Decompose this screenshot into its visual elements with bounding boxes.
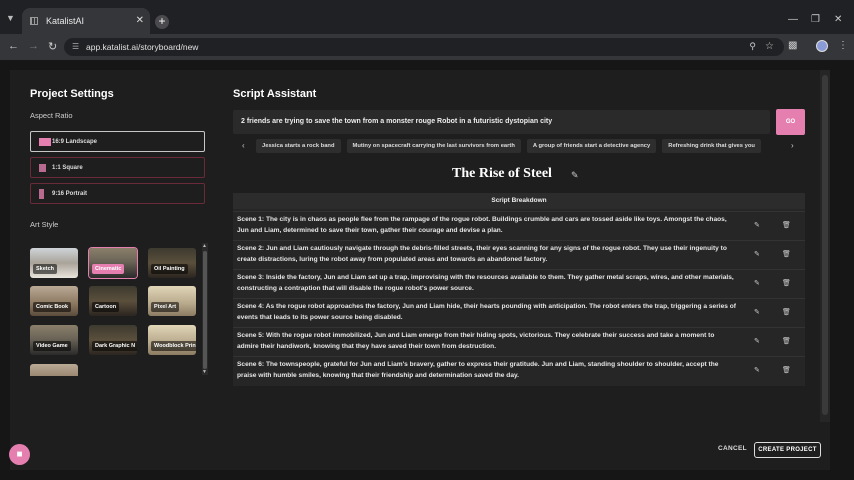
project-settings-heading: Project Settings bbox=[30, 88, 114, 100]
suggestion-chip[interactable]: Refreshing drink that gives you bbox=[662, 139, 761, 153]
square-swatch-icon bbox=[39, 164, 46, 172]
art-style-grid: Sketch Cinematic Oil Painting Comic Book… bbox=[30, 244, 200, 376]
site-info-icon[interactable]: ☰ bbox=[72, 42, 79, 51]
trash-icon[interactable]: 🗑 bbox=[782, 308, 791, 316]
portrait-swatch-icon bbox=[39, 189, 44, 199]
style-pixel-art[interactable]: Pixel Art bbox=[148, 286, 196, 316]
style-scrollbar[interactable]: ▲ ▼ bbox=[202, 243, 208, 375]
story-prompt-input[interactable]: 2 friends are trying to save the town fr… bbox=[233, 110, 770, 134]
art-style-label: Art Style bbox=[30, 220, 59, 229]
minimize-icon[interactable]: — bbox=[788, 14, 798, 25]
style-comic-book[interactable]: Comic Book bbox=[30, 286, 78, 316]
script-breakdown-table: Script Breakdown Scene 1: The city is in… bbox=[233, 193, 805, 386]
menu-icon[interactable]: ⋮ bbox=[838, 40, 848, 51]
suggestion-chips: Jessica starts a rock band Mutiny on spac… bbox=[256, 139, 784, 153]
style-dark-graphic-novel[interactable]: Dark Graphic N bbox=[89, 325, 137, 355]
back-icon[interactable]: ← bbox=[8, 40, 19, 52]
script-assistant-heading: Script Assistant bbox=[233, 88, 317, 100]
scene-row: Scene 5: With the rogue robot immobilize… bbox=[233, 327, 805, 356]
scene-row: Scene 1: The city is in chaos as people … bbox=[233, 211, 805, 240]
pencil-icon[interactable]: ✎ bbox=[754, 366, 760, 374]
zoom-icon[interactable]: ⚲ bbox=[749, 41, 756, 52]
star-icon[interactable]: ☆ bbox=[765, 41, 774, 52]
scrollbar-thumb[interactable] bbox=[822, 75, 828, 415]
pencil-icon[interactable]: ✎ bbox=[571, 170, 579, 181]
style-woodblock-print[interactable]: Woodblock Prin bbox=[148, 325, 196, 355]
restore-icon[interactable]: ❐ bbox=[811, 14, 820, 25]
scene-row: Scene 2: Jun and Liam cautiously navigat… bbox=[233, 240, 805, 269]
tab-list-icon[interactable]: ▼ bbox=[6, 13, 15, 23]
profile-icon[interactable] bbox=[816, 40, 828, 52]
suggestion-chip[interactable]: Mutiny on spacecraft carrying the last s… bbox=[346, 139, 521, 153]
scene-text: Scene 6: The townspeople, grateful for J… bbox=[237, 361, 719, 379]
scene-row: Scene 3: Inside the factory, Jun and Lia… bbox=[233, 269, 805, 298]
style-cartoon[interactable]: Cartoon bbox=[89, 286, 137, 316]
chevron-left-icon[interactable]: ‹ bbox=[242, 141, 245, 150]
cancel-button[interactable]: CANCEL bbox=[718, 445, 747, 452]
style-more[interactable] bbox=[30, 364, 78, 376]
aspect-square-option[interactable]: 1:1 Square bbox=[30, 157, 205, 178]
landscape-swatch-icon bbox=[39, 138, 51, 146]
style-cinematic[interactable]: Cinematic bbox=[89, 248, 137, 278]
aspect-label: 9:16 Portrait bbox=[52, 191, 88, 197]
scrollbar-thumb[interactable] bbox=[203, 251, 207, 369]
browser-tab-bar: ▼ KatalistAI ✕ + — ❐ ✕ bbox=[0, 0, 854, 34]
tab-title: KatalistAI bbox=[46, 16, 85, 26]
trash-icon[interactable]: 🗑 bbox=[782, 279, 791, 287]
chevron-right-icon[interactable]: › bbox=[791, 141, 794, 150]
story-title: The Rise of Steel bbox=[452, 166, 552, 181]
scene-text: Scene 4: As the rogue robot approaches t… bbox=[237, 303, 736, 321]
window-close-icon[interactable]: ✕ bbox=[834, 14, 842, 25]
scene-row: Scene 4: As the rogue robot approaches t… bbox=[233, 298, 805, 327]
suggestion-chip[interactable]: A group of friends start a detective age… bbox=[526, 139, 657, 153]
url-input[interactable]: ☰ app.katalist.ai/storyboard/new ⚲ ☆ bbox=[64, 38, 784, 56]
trash-icon[interactable]: 🗑 bbox=[782, 221, 791, 229]
pencil-icon[interactable]: ✎ bbox=[754, 279, 760, 287]
scene-text: Scene 5: With the rogue robot immobilize… bbox=[237, 332, 715, 350]
url-text: app.katalist.ai/storyboard/new bbox=[86, 42, 199, 52]
chat-icon[interactable]: ■ bbox=[9, 444, 30, 465]
trash-icon[interactable]: 🗑 bbox=[782, 250, 791, 258]
address-bar-row: ← → ↻ ☰ app.katalist.ai/storyboard/new ⚲… bbox=[0, 34, 854, 60]
aspect-label: 16:9 Landscape bbox=[52, 139, 98, 145]
style-sketch[interactable]: Sketch bbox=[30, 248, 78, 278]
scene-row: Scene 6: The townspeople, grateful for J… bbox=[233, 356, 805, 385]
aspect-ratio-label: Aspect Ratio bbox=[30, 111, 73, 120]
browser-tab[interactable]: KatalistAI ✕ bbox=[22, 8, 150, 34]
aspect-portrait-option[interactable]: 9:16 Portrait bbox=[30, 183, 205, 204]
suggestion-chip[interactable]: Jessica starts a rock band bbox=[256, 139, 341, 153]
favicon-icon bbox=[30, 17, 38, 25]
trash-icon[interactable]: 🗑 bbox=[782, 366, 791, 374]
new-tab-button[interactable]: + bbox=[155, 15, 169, 29]
scene-text: Scene 2: Jun and Liam cautiously navigat… bbox=[237, 245, 727, 263]
scene-text: Scene 3: Inside the factory, Jun and Lia… bbox=[237, 274, 734, 292]
pencil-icon[interactable]: ✎ bbox=[754, 337, 760, 345]
go-button[interactable]: GO bbox=[776, 109, 805, 135]
scroll-up-icon[interactable]: ▲ bbox=[202, 243, 207, 249]
script-breakdown-header: Script Breakdown bbox=[233, 193, 805, 209]
aspect-label: 1:1 Square bbox=[52, 165, 83, 171]
style-oil-painting[interactable]: Oil Painting bbox=[148, 248, 196, 278]
dialog-scrollbar[interactable] bbox=[820, 70, 830, 422]
create-project-button[interactable]: CREATE PROJECT bbox=[754, 442, 821, 458]
aspect-landscape-option[interactable]: 16:9 Landscape bbox=[30, 131, 205, 152]
pencil-icon[interactable]: ✎ bbox=[754, 308, 760, 316]
reload-icon[interactable]: ↻ bbox=[48, 40, 57, 53]
scene-text: Scene 1: The city is in chaos as people … bbox=[237, 216, 727, 234]
close-icon[interactable]: ✕ bbox=[136, 15, 144, 26]
pencil-icon[interactable]: ✎ bbox=[754, 250, 760, 258]
extensions-icon[interactable]: ▩ bbox=[788, 40, 797, 51]
scroll-down-icon[interactable]: ▼ bbox=[202, 369, 207, 375]
forward-icon[interactable]: → bbox=[28, 40, 39, 52]
trash-icon[interactable]: 🗑 bbox=[782, 337, 791, 345]
pencil-icon[interactable]: ✎ bbox=[754, 221, 760, 229]
style-video-game[interactable]: Video Game bbox=[30, 325, 78, 355]
